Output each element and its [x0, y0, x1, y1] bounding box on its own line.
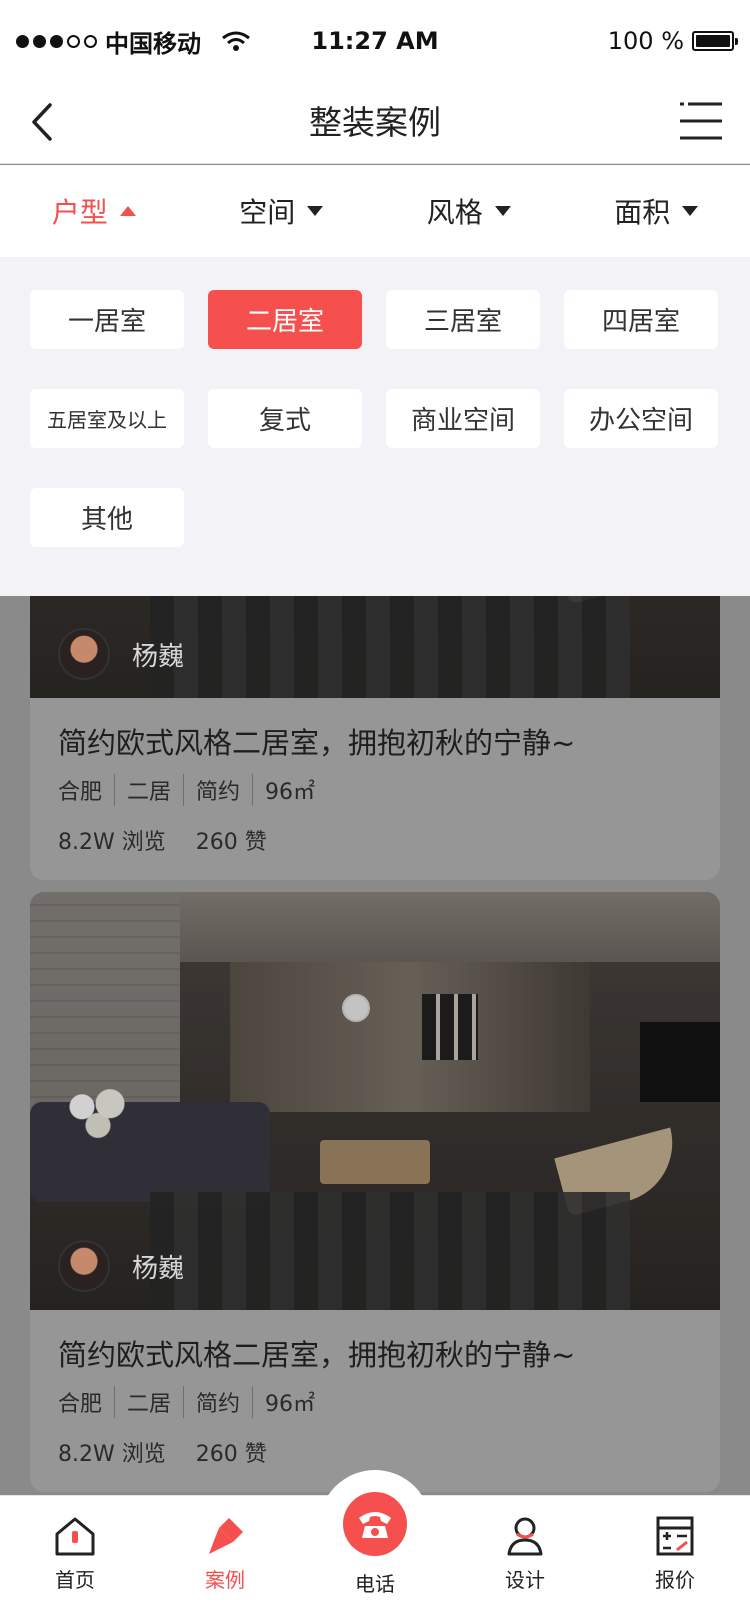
list-menu-icon[interactable]: [680, 100, 722, 142]
tag-area: 96㎡: [252, 1386, 315, 1418]
designer-icon: [507, 1517, 543, 1556]
view-count: 8.2W 浏览: [58, 830, 166, 855]
tab-label: 案例: [205, 1568, 245, 1592]
option-five-plus-room[interactable]: 五居室及以上: [30, 389, 184, 448]
filter-tab-label: 户型: [51, 196, 108, 229]
tag-area: 96㎡: [252, 774, 315, 806]
battery-percent: 100 %: [607, 27, 684, 55]
wifi-icon: [222, 31, 250, 51]
avatar: [58, 1240, 110, 1292]
filter-tab-label: 面积: [614, 196, 671, 229]
tab-label: 首页: [55, 1568, 95, 1592]
brush-icon: [209, 1518, 243, 1554]
filter-tab-space[interactable]: 空间: [188, 165, 376, 257]
option-four-room[interactable]: 四居室: [564, 290, 718, 349]
tag-layout: 二居: [114, 774, 171, 806]
case-tags: 合肥 二居 简约 96㎡: [58, 1386, 692, 1418]
filter-tabs: 户型 空间 风格 面积: [0, 165, 750, 257]
option-office-space[interactable]: 办公空间: [564, 389, 718, 448]
option-other[interactable]: 其他: [30, 488, 184, 547]
tag-city: 合肥: [58, 780, 103, 805]
caret-up-icon: [119, 206, 136, 216]
tag-style: 简约: [183, 774, 240, 806]
carrier-name: 中国移动: [105, 29, 201, 58]
tab-label: 报价: [655, 1568, 695, 1592]
like-count: 260 赞: [195, 830, 267, 855]
tag-layout: 二居: [114, 1386, 171, 1418]
case-card[interactable]: 杨巍 简约欧式风格二居室，拥抱初秋的宁静~ 合肥 二居 简约 96㎡ 8.2W …: [30, 596, 720, 880]
case-stats: 8.2W 浏览 260 赞: [58, 1436, 692, 1468]
battery-icon: [692, 31, 738, 51]
designer-name: 杨巍: [132, 1253, 185, 1284]
layout-filter-panel: 一居室 二居室 三居室 四居室 五居室及以上 复式 商业空间 办公空间 其他: [0, 257, 750, 596]
bottom-tab-bar: 首页 案例 电话 设计 报价: [0, 1470, 750, 1604]
tab-home[interactable]: 首页: [0, 1496, 150, 1604]
tag-city: 合肥: [58, 1392, 103, 1417]
designer-info[interactable]: 杨巍: [58, 628, 184, 680]
phone-icon[interactable]: [343, 1492, 407, 1556]
case-title: 简约欧式风格二居室，拥抱初秋的宁静~: [58, 726, 576, 760]
case-list: 杨巍 简约欧式风格二居室，拥抱初秋的宁静~ 合肥 二居 简约 96㎡ 8.2W …: [0, 596, 750, 1496]
status-bar: 中国移动 11:27 AM 100 %: [0, 0, 750, 82]
designer-name: 杨巍: [132, 641, 185, 672]
tab-design[interactable]: 设计: [450, 1496, 600, 1604]
case-cover-image: 杨巍: [30, 596, 720, 698]
designer-info[interactable]: 杨巍: [58, 1240, 184, 1292]
page-title: 整装案例: [309, 103, 441, 142]
option-two-room[interactable]: 二居室: [208, 290, 362, 349]
case-card[interactable]: 杨巍 简约欧式风格二居室，拥抱初秋的宁静~ 合肥 二居 简约 96㎡ 8.2W …: [30, 892, 720, 1492]
chevron-left-icon[interactable]: [20, 97, 70, 147]
phone-glyph-icon: [359, 1512, 391, 1538]
tab-cases[interactable]: 案例: [150, 1496, 300, 1604]
view-count: 8.2W 浏览: [58, 1442, 166, 1467]
option-three-room[interactable]: 三居室: [386, 290, 540, 349]
caret-down-icon: [307, 206, 324, 216]
navigation-bar: 整装案例: [0, 82, 750, 164]
battery-indicator: 100 %: [607, 27, 738, 55]
caret-down-icon: [494, 206, 511, 216]
case-title: 简约欧式风格二居室，拥抱初秋的宁静~: [58, 1338, 576, 1372]
tab-quote[interactable]: 报价: [600, 1496, 750, 1604]
option-one-room[interactable]: 一居室: [30, 290, 184, 349]
filter-tab-label: 风格: [426, 196, 483, 229]
filter-tab-area[interactable]: 面积: [563, 165, 750, 257]
filter-tab-label: 空间: [239, 196, 296, 229]
signal-strength-icon: [16, 34, 97, 48]
filter-tab-layout[interactable]: 户型: [0, 165, 188, 257]
case-tags: 合肥 二居 简约 96㎡: [58, 774, 692, 806]
option-duplex[interactable]: 复式: [208, 389, 362, 448]
case-cover-image: 杨巍: [30, 892, 720, 1310]
home-icon: [55, 1517, 95, 1556]
tab-label: 设计: [505, 1568, 545, 1592]
calculator-icon: [656, 1516, 694, 1556]
case-stats: 8.2W 浏览 260 赞: [58, 824, 692, 856]
filter-tab-style[interactable]: 风格: [375, 165, 563, 257]
like-count: 260 赞: [195, 1442, 267, 1467]
caret-down-icon: [682, 206, 699, 216]
tag-style: 简约: [183, 1386, 240, 1418]
option-commercial-space[interactable]: 商业空间: [386, 389, 540, 448]
avatar: [58, 628, 110, 680]
tab-phone-label[interactable]: 电话: [300, 1568, 450, 1597]
